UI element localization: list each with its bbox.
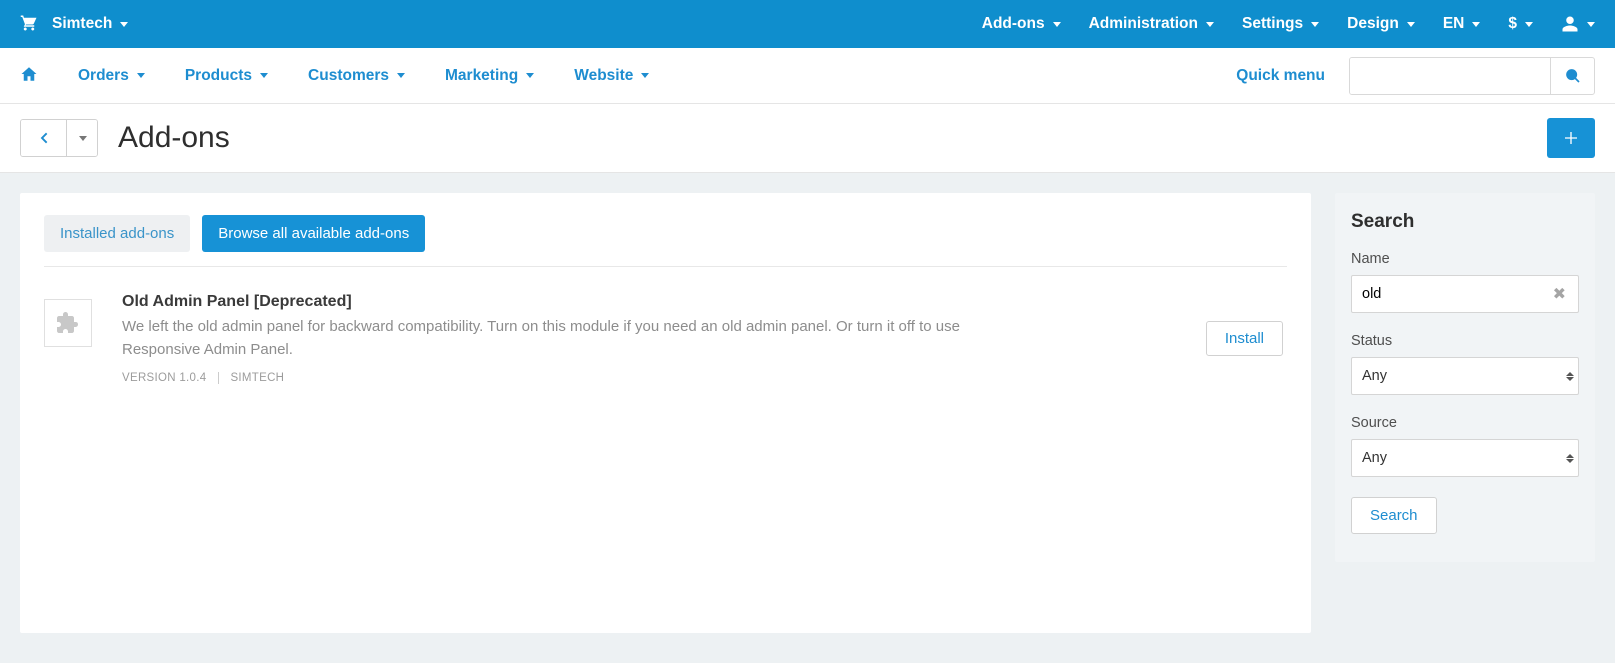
name-label: Name bbox=[1351, 251, 1579, 267]
addon-vendor: SIMTECH bbox=[230, 372, 284, 384]
addon-description: We left the old admin panel for backward… bbox=[122, 315, 992, 362]
chevron-down-icon bbox=[1472, 22, 1480, 27]
navbar: Orders Products Customers Marketing Webs… bbox=[0, 48, 1615, 104]
clear-icon[interactable]: ✖ bbox=[1551, 284, 1568, 304]
select-handle-icon bbox=[1566, 440, 1576, 476]
administration-label: Administration bbox=[1089, 15, 1198, 33]
page-title: Add-ons bbox=[118, 121, 230, 155]
administration-menu[interactable]: Administration bbox=[1089, 15, 1214, 33]
design-label: Design bbox=[1347, 15, 1399, 33]
currency-label: $ bbox=[1508, 15, 1517, 33]
website-label: Website bbox=[574, 67, 633, 85]
home-link[interactable] bbox=[20, 65, 38, 86]
user-menu[interactable] bbox=[1561, 15, 1595, 33]
brand-menu[interactable]: Simtech bbox=[52, 15, 128, 33]
puzzle-icon bbox=[44, 299, 92, 347]
addon-version: VERSION 1.0.4 bbox=[122, 372, 206, 384]
addon-meta: VERSION 1.0.4 SIMTECH bbox=[122, 372, 1176, 384]
chevron-down-icon bbox=[120, 22, 128, 27]
name-field-wrapper: ✖ bbox=[1351, 275, 1579, 313]
back-dropdown[interactable] bbox=[67, 120, 97, 156]
language-label: EN bbox=[1443, 15, 1465, 33]
settings-menu[interactable]: Settings bbox=[1242, 15, 1319, 33]
chevron-down-icon bbox=[79, 136, 87, 141]
topbar: Simtech Add-ons Administration Settings … bbox=[0, 0, 1615, 48]
main-panel: Installed add-ons Browse all available a… bbox=[20, 193, 1311, 633]
chevron-down-icon bbox=[137, 73, 145, 78]
products-menu[interactable]: Products bbox=[185, 67, 268, 85]
divider bbox=[44, 266, 1287, 267]
source-label: Source bbox=[1351, 415, 1579, 431]
tab-browse-addons[interactable]: Browse all available add-ons bbox=[202, 215, 425, 252]
status-label: Status bbox=[1351, 333, 1579, 349]
source-value: Any bbox=[1362, 450, 1387, 466]
currency-menu[interactable]: $ bbox=[1508, 15, 1533, 33]
back-button-group bbox=[20, 119, 98, 157]
addons-label: Add-ons bbox=[982, 15, 1045, 33]
source-select[interactable]: Any bbox=[1351, 439, 1579, 477]
name-input[interactable] bbox=[1362, 286, 1551, 302]
products-label: Products bbox=[185, 67, 252, 85]
addons-menu[interactable]: Add-ons bbox=[982, 15, 1061, 33]
customers-menu[interactable]: Customers bbox=[308, 67, 405, 85]
search-button[interactable]: Search bbox=[1351, 497, 1437, 534]
orders-label: Orders bbox=[78, 67, 129, 85]
chevron-down-icon bbox=[1311, 22, 1319, 27]
chevron-down-icon bbox=[1407, 22, 1415, 27]
brand-label: Simtech bbox=[52, 15, 112, 33]
chevron-down-icon bbox=[526, 73, 534, 78]
global-search bbox=[1349, 57, 1595, 95]
status-value: Any bbox=[1362, 368, 1387, 384]
tabs: Installed add-ons Browse all available a… bbox=[44, 215, 1287, 252]
marketing-label: Marketing bbox=[445, 67, 518, 85]
quick-menu-link[interactable]: Quick menu bbox=[1236, 67, 1325, 85]
design-menu[interactable]: Design bbox=[1347, 15, 1415, 33]
status-select[interactable]: Any bbox=[1351, 357, 1579, 395]
website-menu[interactable]: Website bbox=[574, 67, 649, 85]
select-handle-icon bbox=[1566, 358, 1576, 394]
add-button[interactable] bbox=[1547, 118, 1595, 158]
customers-label: Customers bbox=[308, 67, 389, 85]
chevron-down-icon bbox=[397, 73, 405, 78]
search-panel: Search Name ✖ Status Any Source Any bbox=[1335, 193, 1595, 562]
orders-menu[interactable]: Orders bbox=[78, 67, 145, 85]
page-header: Add-ons bbox=[0, 104, 1615, 173]
install-button[interactable]: Install bbox=[1206, 321, 1283, 356]
chevron-down-icon bbox=[641, 73, 649, 78]
chevron-down-icon bbox=[1053, 22, 1061, 27]
back-button[interactable] bbox=[21, 120, 67, 156]
global-search-input[interactable] bbox=[1350, 58, 1550, 94]
addon-title: Old Admin Panel [Deprecated] bbox=[122, 293, 1176, 311]
chevron-down-icon bbox=[1206, 22, 1214, 27]
cart-icon[interactable] bbox=[20, 14, 38, 35]
chevron-down-icon bbox=[1587, 22, 1595, 27]
search-panel-title: Search bbox=[1351, 211, 1579, 233]
tab-installed-addons[interactable]: Installed add-ons bbox=[44, 215, 190, 252]
language-menu[interactable]: EN bbox=[1443, 15, 1481, 33]
content: Installed add-ons Browse all available a… bbox=[0, 173, 1615, 663]
meta-separator bbox=[218, 372, 219, 384]
marketing-menu[interactable]: Marketing bbox=[445, 67, 534, 85]
chevron-down-icon bbox=[260, 73, 268, 78]
addon-row: Old Admin Panel [Deprecated] We left the… bbox=[44, 287, 1287, 390]
chevron-down-icon bbox=[1525, 22, 1533, 27]
settings-label: Settings bbox=[1242, 15, 1303, 33]
global-search-button[interactable] bbox=[1550, 58, 1594, 94]
